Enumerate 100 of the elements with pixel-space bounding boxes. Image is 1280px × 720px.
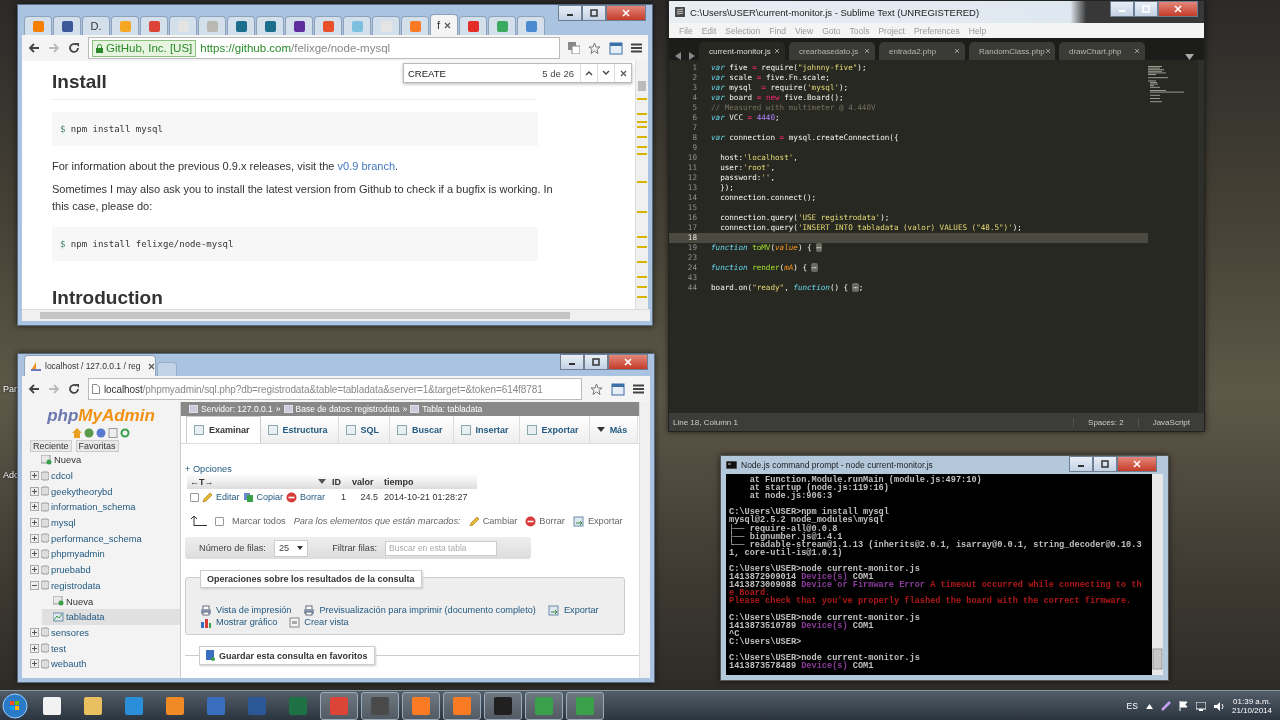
navigation-tab[interactable]: Reciente <box>30 440 72 452</box>
maximize-button[interactable] <box>584 354 608 370</box>
close-icon[interactable] <box>148 362 156 370</box>
address-bar[interactable]: GitHub, Inc. [US] https://github.com/felixge/node-mysql <box>88 37 560 59</box>
filter-field[interactable]: Buscar en esta tabla <box>385 540 498 556</box>
breadcrumb-link[interactable]: Servidor: 127.0.0.1 <box>201 404 273 414</box>
vertical-scrollbar[interactable] <box>635 61 648 309</box>
speaker-icon[interactable] <box>1213 701 1224 711</box>
operation-link[interactable]: Mostrar gráfico <box>216 617 278 627</box>
close-button[interactable] <box>606 5 646 21</box>
maximize-button[interactable] <box>582 5 606 21</box>
taskbar-button[interactable] <box>484 692 522 720</box>
bulk-action-link[interactable]: Borrar <box>539 516 565 526</box>
expand-toggle[interactable] <box>30 627 39 637</box>
star-icon[interactable] <box>590 382 603 396</box>
tree-item[interactable]: mysql <box>51 517 76 529</box>
tree-item[interactable]: webauth <box>51 658 87 670</box>
page-tab[interactable]: Más <box>589 416 639 443</box>
address-bar[interactable]: localhost/phpmyadmin/sql.php?db=registrodata&table=tabladata&server=1&target=&token=614f8781 <box>88 378 582 400</box>
indentation-setting[interactable]: Spaces: 2 <box>1073 417 1138 427</box>
browser-tab[interactable] <box>140 16 168 35</box>
options-link[interactable]: + Opciones <box>185 464 639 474</box>
flag-icon[interactable] <box>1178 701 1188 711</box>
operation-link[interactable]: Exportar <box>563 605 599 615</box>
page-tab[interactable]: Buscar <box>390 416 454 443</box>
vertical-scrollbar[interactable] <box>1152 474 1163 675</box>
minimize-button[interactable] <box>558 5 582 21</box>
check-all-checkbox[interactable] <box>215 516 224 526</box>
tree-item[interactable]: test <box>51 642 67 654</box>
column-header[interactable]: tiempo <box>381 474 477 489</box>
desktop-icon-label[interactable]: Adc <box>3 470 19 480</box>
close-icon[interactable] <box>954 48 960 54</box>
editor-tab[interactable]: entrada2.php <box>879 42 965 60</box>
row-action-link[interactable]: Borrar <box>300 492 326 502</box>
close-button[interactable] <box>1158 1 1198 17</box>
tree-item[interactable]: information_schema <box>51 501 136 513</box>
expand-toggle[interactable] <box>30 518 39 528</box>
tree-item[interactable]: Nueva <box>66 595 94 607</box>
tree-item[interactable]: geekytheorybd <box>51 485 113 497</box>
close-button[interactable] <box>1117 456 1157 472</box>
sort-caret-icon[interactable] <box>318 479 326 484</box>
page-tab[interactable]: Exportar <box>519 416 590 443</box>
breadcrumb-link[interactable]: Tabla: tabladata <box>422 404 483 414</box>
maximize-button[interactable] <box>1093 456 1117 472</box>
close-icon[interactable] <box>864 48 870 54</box>
tree-item[interactable]: pruebabd <box>51 564 91 576</box>
operation-link[interactable]: Previsualización para imprimir (documento completo) <box>319 605 536 615</box>
start-button[interactable] <box>0 692 30 720</box>
page-tab[interactable]: Estructura <box>260 416 339 443</box>
editor-tab[interactable]: current-monitor.js <box>699 42 785 60</box>
tree-item[interactable]: sensores <box>51 626 90 638</box>
expand-toggle[interactable] <box>30 565 39 575</box>
page-tab[interactable]: Insertar <box>453 416 520 443</box>
clock-time[interactable]: 01:39 a.m. <box>1233 697 1271 706</box>
expand-toggle[interactable] <box>30 502 39 512</box>
browser-tab[interactable] <box>459 16 488 35</box>
extension-icon[interactable] <box>609 41 623 55</box>
maximize-button[interactable] <box>1134 1 1158 17</box>
reload-icon[interactable] <box>68 42 80 54</box>
tree-item[interactable]: phpmyadmin <box>51 548 105 560</box>
browser-tab[interactable]: localhost / 127.0.0.1 / reg <box>24 355 156 376</box>
tree-item[interactable]: tabladata <box>66 611 105 623</box>
expand-toggle[interactable] <box>30 549 39 559</box>
back-icon[interactable] <box>28 42 40 54</box>
bulk-action-link[interactable]: Exportar <box>587 516 623 526</box>
page-tab[interactable]: SQL <box>338 416 391 443</box>
reload-icon[interactable] <box>68 383 80 395</box>
browser-tab[interactable] <box>314 16 342 35</box>
star-icon[interactable] <box>588 41 601 55</box>
column-arrows[interactable]: ←T→ <box>190 476 214 487</box>
browser-tab[interactable]: D. <box>82 16 110 35</box>
expand-toggle[interactable] <box>30 486 39 496</box>
editor-tab[interactable]: crearbasedato.js <box>789 42 875 60</box>
column-header[interactable]: ID <box>329 474 349 489</box>
editor-tab[interactable]: drawChart.php <box>1059 42 1145 60</box>
column-header[interactable]: valor <box>349 474 381 489</box>
browser-tab[interactable] <box>285 16 313 35</box>
row-action-link[interactable]: Copiar <box>256 492 284 502</box>
expand-toggle[interactable] <box>30 659 39 669</box>
editor-tab[interactable]: RandomClass.php <box>969 42 1055 60</box>
menu-icon[interactable] <box>631 43 642 53</box>
tab-scroll-arrows-icon[interactable] <box>675 52 695 60</box>
breadcrumb-link[interactable]: Base de datos: registrodata <box>295 404 400 414</box>
desktop-icon-label[interactable]: Pan <box>3 384 19 394</box>
close-icon[interactable] <box>774 48 780 54</box>
tree-item[interactable]: registrodata <box>51 579 101 591</box>
translate-icon[interactable] <box>568 42 580 54</box>
browser-tab[interactable] <box>256 16 284 35</box>
close-icon[interactable] <box>1134 48 1140 54</box>
clock-date[interactable]: 21/10/2014 <box>1231 706 1272 715</box>
browser-tab[interactable] <box>53 16 81 35</box>
browser-tab[interactable] <box>227 16 255 35</box>
menu-icon[interactable] <box>633 384 644 394</box>
pen-icon[interactable] <box>1160 701 1171 711</box>
row-checkbox[interactable] <box>190 492 199 502</box>
expand-toggle[interactable] <box>30 643 39 653</box>
rows-select[interactable]: 25 <box>273 539 309 557</box>
extension-icon[interactable] <box>611 382 625 396</box>
operation-link[interactable]: Vista de impresión <box>216 605 292 615</box>
tree-item[interactable]: Nueva <box>54 454 82 466</box>
